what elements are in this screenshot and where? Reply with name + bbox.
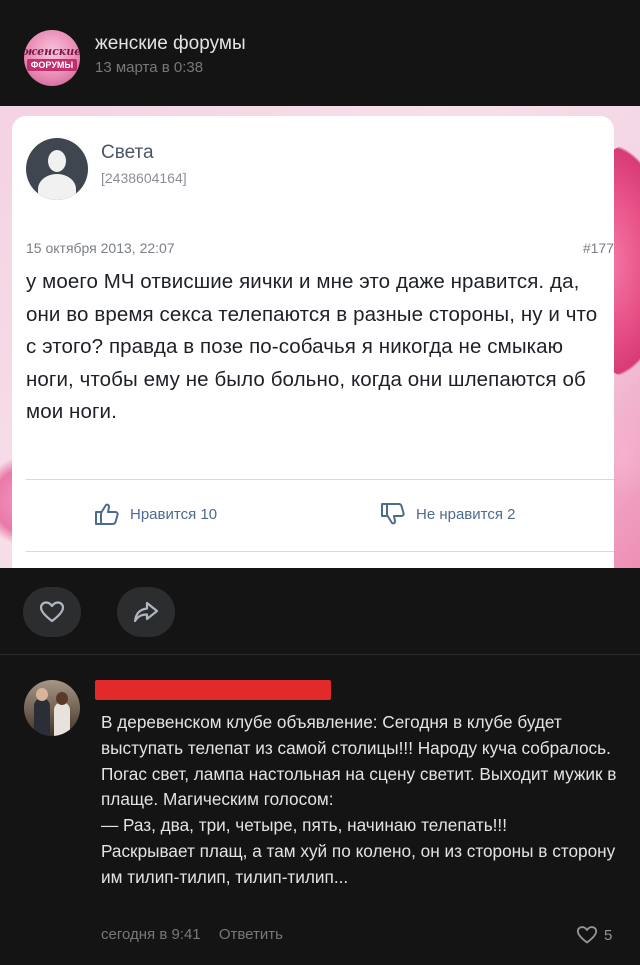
like-button[interactable] <box>23 587 81 637</box>
avatar-logo-text: женские <box>24 44 80 58</box>
post-time[interactable]: 13 марта в 0:38 <box>95 59 203 76</box>
comment-like-button[interactable]: 5 <box>576 925 612 945</box>
post-image[interactable]: Света [2438604164] 15 октября 2013, 22:0… <box>0 106 640 568</box>
divider <box>0 654 640 655</box>
flower-decoration <box>610 406 640 496</box>
heart-icon <box>576 926 598 944</box>
forum-user-id: [2438604164] <box>101 170 187 186</box>
avatar-logo-badge: ФОРУМЫ <box>26 58 78 71</box>
forum-dislike-button: Не нравится 2 <box>380 502 516 526</box>
forum-post-message: у моего МЧ отвисшие яички и мне это даже… <box>26 270 598 423</box>
forum-like-button: Нравится 10 <box>94 502 217 526</box>
forum-like-label: Нравится 10 <box>130 505 218 523</box>
forum-post-date: 15 октября 2013, 22:07 <box>26 240 175 256</box>
thumbs-down-icon <box>381 503 405 525</box>
reply-button[interactable]: Ответить <box>219 926 283 943</box>
heart-icon <box>39 601 65 623</box>
divider <box>26 551 614 552</box>
share-icon <box>133 601 159 623</box>
group-avatar[interactable]: женские ФОРУМЫ <box>24 30 80 86</box>
user-avatar-icon <box>26 138 88 200</box>
forum-post-number: #177 <box>582 240 614 256</box>
forum-user-name: Света <box>101 142 154 163</box>
comment-text: В деревенском клубе объявление: Сегодня … <box>101 712 617 887</box>
commenter-avatar[interactable] <box>24 680 80 736</box>
group-name[interactable]: женские форумы <box>95 33 246 55</box>
forum-dislike-label: Не нравится 2 <box>416 505 516 523</box>
divider <box>26 479 614 480</box>
comment-meta: сегодня в 9:41 Ответить <box>101 926 283 943</box>
forum-post-card: Света [2438604164] 15 октября 2013, 22:0… <box>12 116 614 568</box>
comment-time[interactable]: сегодня в 9:41 <box>101 926 201 943</box>
thumbs-up-icon <box>95 503 119 525</box>
share-button[interactable] <box>117 587 175 637</box>
redacted-commenter-name <box>95 680 331 700</box>
comment-like-count: 5 <box>604 926 613 944</box>
post-header: женские ФОРУМЫ женские форумы 13 марта в… <box>0 0 640 106</box>
